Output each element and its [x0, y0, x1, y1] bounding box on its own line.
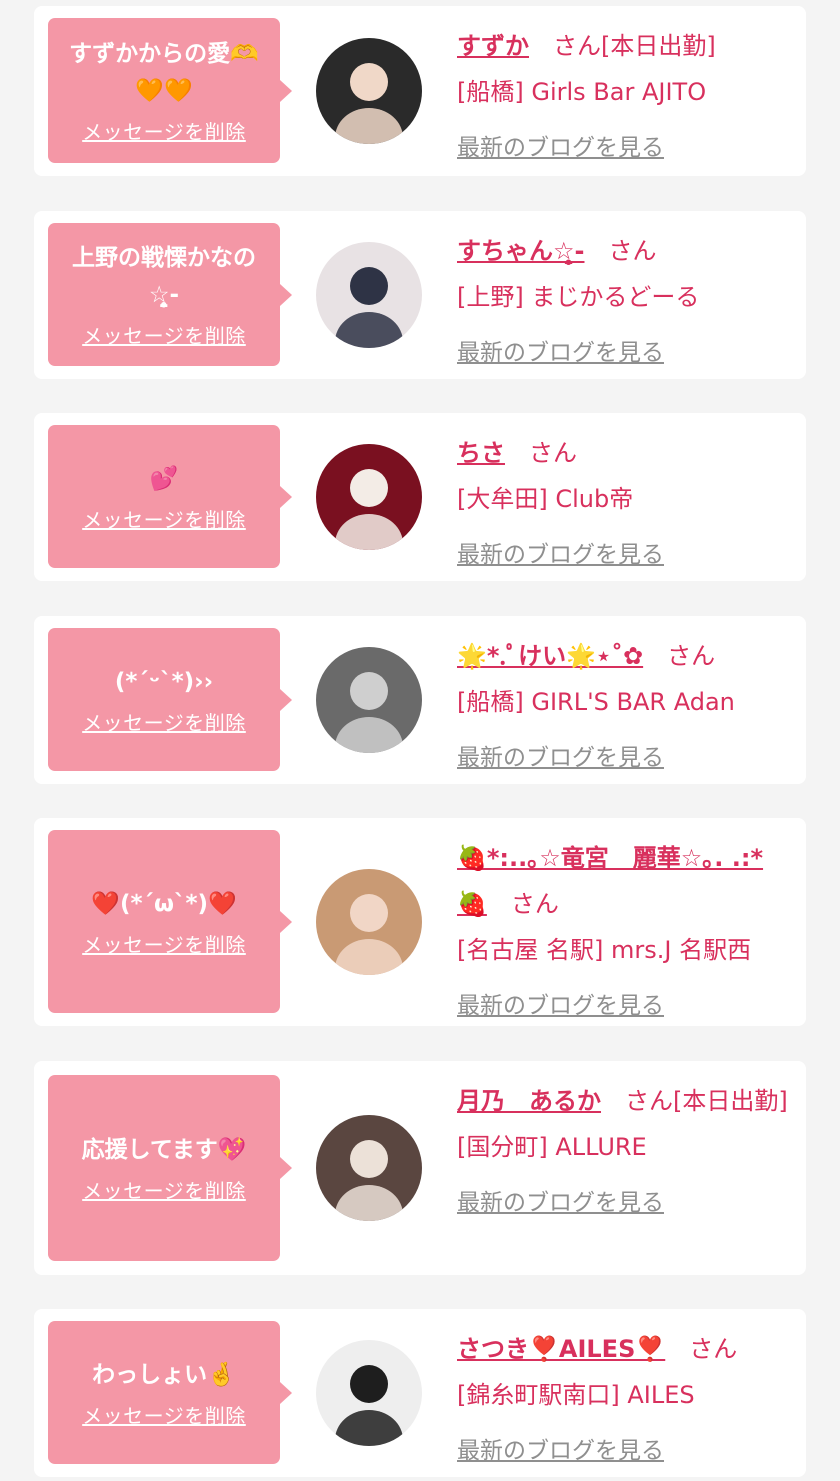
- avatar-photo: [316, 38, 422, 144]
- avatar-photo: [316, 1115, 422, 1221]
- avatar[interactable]: [316, 647, 422, 753]
- delete-message-link[interactable]: メッセージを削除: [82, 1400, 246, 1429]
- honorific-label: さん: [667, 642, 716, 670]
- cast-name-link[interactable]: さつき❣️AILES❣️: [457, 1335, 665, 1363]
- avatar[interactable]: [316, 242, 422, 348]
- cast-name-link[interactable]: すずか: [457, 32, 529, 60]
- avatar-photo: [316, 1340, 422, 1446]
- cast-name-link[interactable]: 🍓*:..｡☆竜宮 麗華☆｡. .:*🍓: [457, 844, 763, 918]
- latest-blog-link[interactable]: 最新のブログを見る: [457, 1180, 664, 1226]
- shop-label: [国分町] ALLURE: [457, 1133, 647, 1161]
- delete-message-link[interactable]: メッセージを削除: [82, 116, 246, 145]
- shop-label: [錦糸町駅南口] AILES: [457, 1381, 695, 1409]
- message-card: 上野の戦慄かなの ☆̤̥̣- メッセージを削除 すちゃん☆̤̥̣- さん [上野] まじ…: [34, 211, 806, 379]
- cast-info: ちさ さん [大牟田] Club帝最新のブログを見る: [457, 430, 792, 578]
- honorific-label: さん: [625, 1087, 673, 1115]
- delete-message-link[interactable]: メッセージを削除: [82, 320, 246, 349]
- cast-info: 月乃 あるか さん[本日出勤] [国分町] ALLURE 最新のブログを見る: [457, 1078, 792, 1226]
- avatar[interactable]: [316, 1115, 422, 1221]
- avatar[interactable]: [316, 38, 422, 144]
- message-card: ❤️(*´ω`*)❤️ メッセージを削除 🍓*:..｡☆竜宮 麗華☆｡. .:*🍓 さ…: [34, 818, 806, 1026]
- message-text: すずかからの愛🫶🧡🧡: [69, 41, 259, 104]
- cast-name-line: すちゃん☆̤̥̣- さん: [457, 228, 792, 274]
- latest-blog-link[interactable]: 最新のブログを見る: [457, 330, 664, 376]
- message-bubble: (*ˊᵕˋ*)›› メッセージを削除: [48, 628, 292, 771]
- honorific-label: さん: [553, 32, 601, 60]
- cast-name-link[interactable]: 月乃 あるか: [457, 1087, 601, 1115]
- message-bubble: すずかからの愛🫶🧡🧡 メッセージを削除: [48, 18, 292, 163]
- delete-message-link[interactable]: メッセージを削除: [82, 1175, 246, 1204]
- message-bubble: 💕 メッセージを削除: [48, 425, 292, 568]
- message-bubble: 応援してます💖 メッセージを削除: [48, 1075, 292, 1261]
- latest-blog-link[interactable]: 最新のブログを見る: [457, 735, 664, 781]
- avatar-photo: [316, 869, 422, 975]
- cast-name-line: すずか さん[本日出勤]: [457, 23, 792, 69]
- cast-name-link[interactable]: すちゃん☆̤̥̣-: [457, 237, 584, 265]
- cast-name-line: さつき❣️AILES❣️ さん: [457, 1326, 792, 1372]
- avatar[interactable]: [316, 1340, 422, 1446]
- shop-label: [大牟田] Club帝: [457, 485, 634, 513]
- honorific-label: さん: [529, 439, 577, 467]
- avatar[interactable]: [316, 444, 422, 550]
- message-text: 応援してます💖: [81, 1137, 247, 1163]
- message-text: ❤️(*´ω`*)❤️: [91, 890, 237, 917]
- cast-name-line: 月乃 あるか さん[本日出勤]: [457, 1078, 792, 1124]
- work-status: [本日出勤]: [601, 32, 716, 60]
- cast-name-link[interactable]: 🌟*.ﾟけい🌟⋆˚✿: [457, 642, 643, 670]
- message-bubble: ❤️(*´ω`*)❤️ メッセージを削除: [48, 830, 292, 1013]
- work-status: [本日出勤]: [673, 1087, 788, 1115]
- cast-info: 🍓*:..｡☆竜宮 麗華☆｡. .:*🍓 さん [名古屋 名駅] mrs.J 名駅西…: [457, 835, 792, 1029]
- honorific-label: さん: [689, 1335, 738, 1363]
- message-text: 上野の戦慄かなの ☆̤̥̣-: [72, 245, 256, 308]
- message-bubble: 上野の戦慄かなの ☆̤̥̣- メッセージを削除: [48, 223, 292, 366]
- message-card: 💕 メッセージを削除 ちさ さん [大牟田] Club帝最新のブログを見る: [34, 413, 806, 581]
- cast-info: さつき❣️AILES❣️ さん [錦糸町駅南口] AILES 最新のブログを見る: [457, 1326, 792, 1474]
- cast-info: すちゃん☆̤̥̣- さん [上野] まじかるどーる最新のブログを見る: [457, 228, 792, 376]
- avatar[interactable]: [316, 869, 422, 975]
- avatar-photo: [316, 647, 422, 753]
- shop-label: [名古屋 名駅] mrs.J 名駅西: [457, 936, 752, 964]
- avatar-photo: [316, 444, 422, 550]
- delete-message-link[interactable]: メッセージを削除: [82, 707, 246, 736]
- message-text: (*ˊᵕˋ*)››: [114, 668, 214, 695]
- message-bubble: わっしょい🤞 メッセージを削除: [48, 1321, 292, 1464]
- message-text: 💕: [149, 465, 179, 492]
- cast-name-line: 🌟*.ﾟけい🌟⋆˚✿ さん: [457, 633, 792, 679]
- delete-message-link[interactable]: メッセージを削除: [82, 929, 246, 958]
- shop-label: [船橋] GIRL'S BAR Adan: [457, 688, 735, 716]
- avatar-photo: [316, 242, 422, 348]
- message-text: わっしょい🤞: [92, 1361, 236, 1388]
- cast-name-link[interactable]: ちさ: [457, 439, 505, 467]
- latest-blog-link[interactable]: 最新のブログを見る: [457, 983, 664, 1029]
- message-card: すずかからの愛🫶🧡🧡 メッセージを削除 すずか さん[本日出勤] [船橋] Girls …: [34, 6, 806, 176]
- message-card: 応援してます💖 メッセージを削除 月乃 あるか さん[本日出勤] [国分町] ALLUR…: [34, 1061, 806, 1275]
- latest-blog-link[interactable]: 最新のブログを見る: [457, 532, 664, 578]
- latest-blog-link[interactable]: 最新のブログを見る: [457, 1428, 664, 1474]
- delete-message-link[interactable]: メッセージを削除: [82, 504, 246, 533]
- cast-name-line: ちさ さん: [457, 430, 792, 476]
- cast-info: 🌟*.ﾟけい🌟⋆˚✿ さん [船橋] GIRL'S BAR Adan 最新のブログを見…: [457, 633, 792, 781]
- honorific-label: さん: [510, 890, 559, 918]
- shop-label: [上野] まじかるどーる: [457, 283, 700, 311]
- honorific-label: さん: [608, 237, 657, 265]
- message-card: (*ˊᵕˋ*)›› メッセージを削除 🌟*.ﾟけい🌟⋆˚✿ さん [船橋] GIRL'S…: [34, 616, 806, 784]
- latest-blog-link[interactable]: 最新のブログを見る: [457, 125, 664, 171]
- message-card: わっしょい🤞 メッセージを削除 さつき❣️AILES❣️ さん [錦糸町駅南口] AIL…: [34, 1309, 806, 1477]
- cast-info: すずか さん[本日出勤] [船橋] Girls Bar AJITO 最新のブログを見る: [457, 23, 792, 171]
- shop-label: [船橋] Girls Bar AJITO: [457, 78, 707, 106]
- cast-name-line: 🍓*:..｡☆竜宮 麗華☆｡. .:*🍓 さん: [457, 835, 792, 927]
